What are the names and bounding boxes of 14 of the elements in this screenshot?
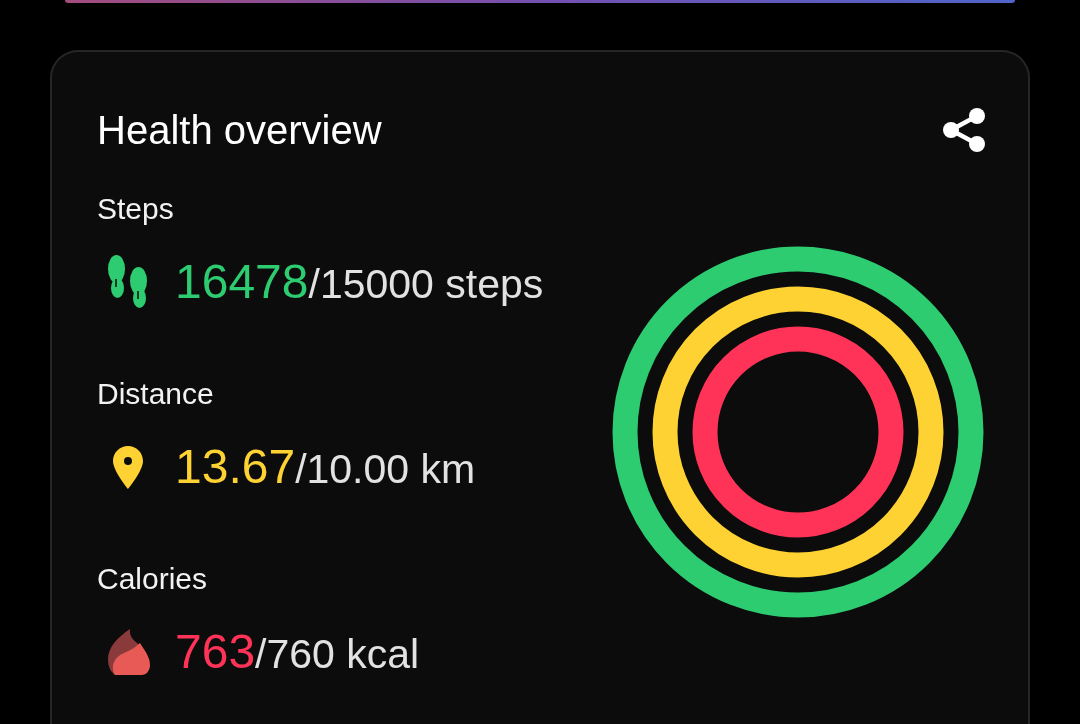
- share-icon[interactable]: [942, 107, 986, 153]
- metric-label: Calories: [97, 561, 209, 597]
- map-pin-icon: [113, 445, 143, 489]
- metric-value: 13.67: [175, 439, 296, 495]
- metric-value: 763: [175, 624, 256, 680]
- metric-goal: /10.00 km: [295, 446, 476, 493]
- metric-label: Steps: [97, 191, 175, 227]
- card-title: Health overview: [97, 107, 382, 154]
- metric-label: Distance: [97, 376, 215, 412]
- footprints-icon: [108, 255, 148, 309]
- flame-icon: [106, 629, 150, 675]
- metric-goal: /15000 steps: [308, 261, 544, 308]
- metric-goal: /760 kcal: [255, 631, 420, 678]
- metric-value: 16478: [175, 254, 309, 310]
